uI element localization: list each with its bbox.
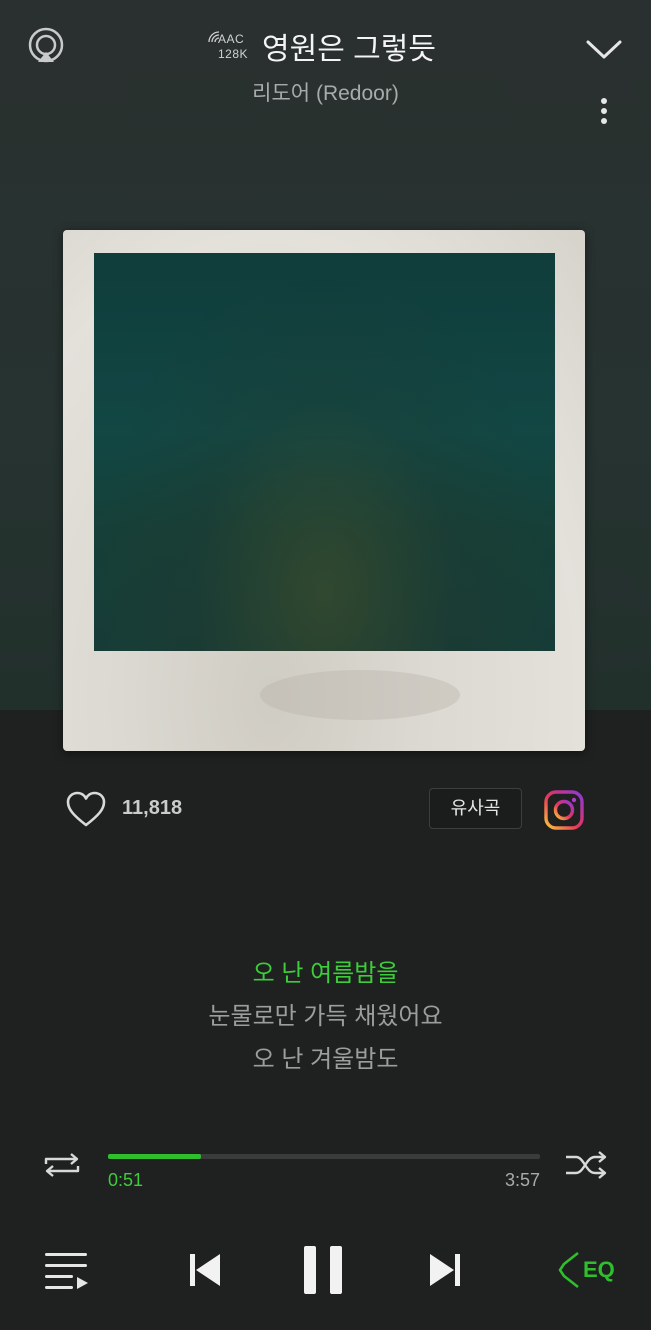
- elapsed-time: 0:51: [108, 1170, 144, 1190]
- like-count: 11,818: [122, 797, 183, 819]
- equalizer-icon[interactable]: EQ: [558, 1249, 618, 1291]
- repeat-icon[interactable]: [40, 1150, 84, 1180]
- chevron-down-icon[interactable]: [584, 34, 624, 64]
- artist-name[interactable]: 리도어 (Redoor): [0, 77, 651, 107]
- eq-label: EQ: [583, 1257, 615, 1282]
- next-icon[interactable]: [424, 1250, 464, 1290]
- codec-bitrate: 128K: [218, 47, 249, 61]
- more-vertical-icon[interactable]: [592, 96, 616, 130]
- lyric-next-line[interactable]: 오 난 겨울밤도: [0, 1039, 651, 1074]
- pause-icon[interactable]: [300, 1244, 346, 1296]
- song-title: 영원은 그렇듯: [262, 33, 436, 66]
- instagram-icon[interactable]: [543, 789, 585, 831]
- codec-format: AAC: [218, 32, 245, 46]
- shuffle-icon[interactable]: [564, 1150, 608, 1180]
- cast-icon[interactable]: [26, 26, 66, 66]
- similar-songs-button[interactable]: 유사곡: [429, 788, 522, 829]
- album-art-photo: [94, 253, 555, 651]
- playlist-icon[interactable]: [44, 1250, 90, 1292]
- codec-badge: AAC 128K: [208, 30, 252, 64]
- lyric-current-line[interactable]: 오 난 여름밤을: [0, 953, 651, 988]
- heart-icon[interactable]: [65, 790, 107, 828]
- lyric-next-line[interactable]: 눈물로만 가득 채웠어요: [0, 996, 651, 1031]
- album-art-texture: [260, 670, 460, 720]
- previous-icon[interactable]: [186, 1250, 226, 1290]
- progress-fill: [108, 1154, 201, 1159]
- total-time: 3:57: [504, 1170, 540, 1190]
